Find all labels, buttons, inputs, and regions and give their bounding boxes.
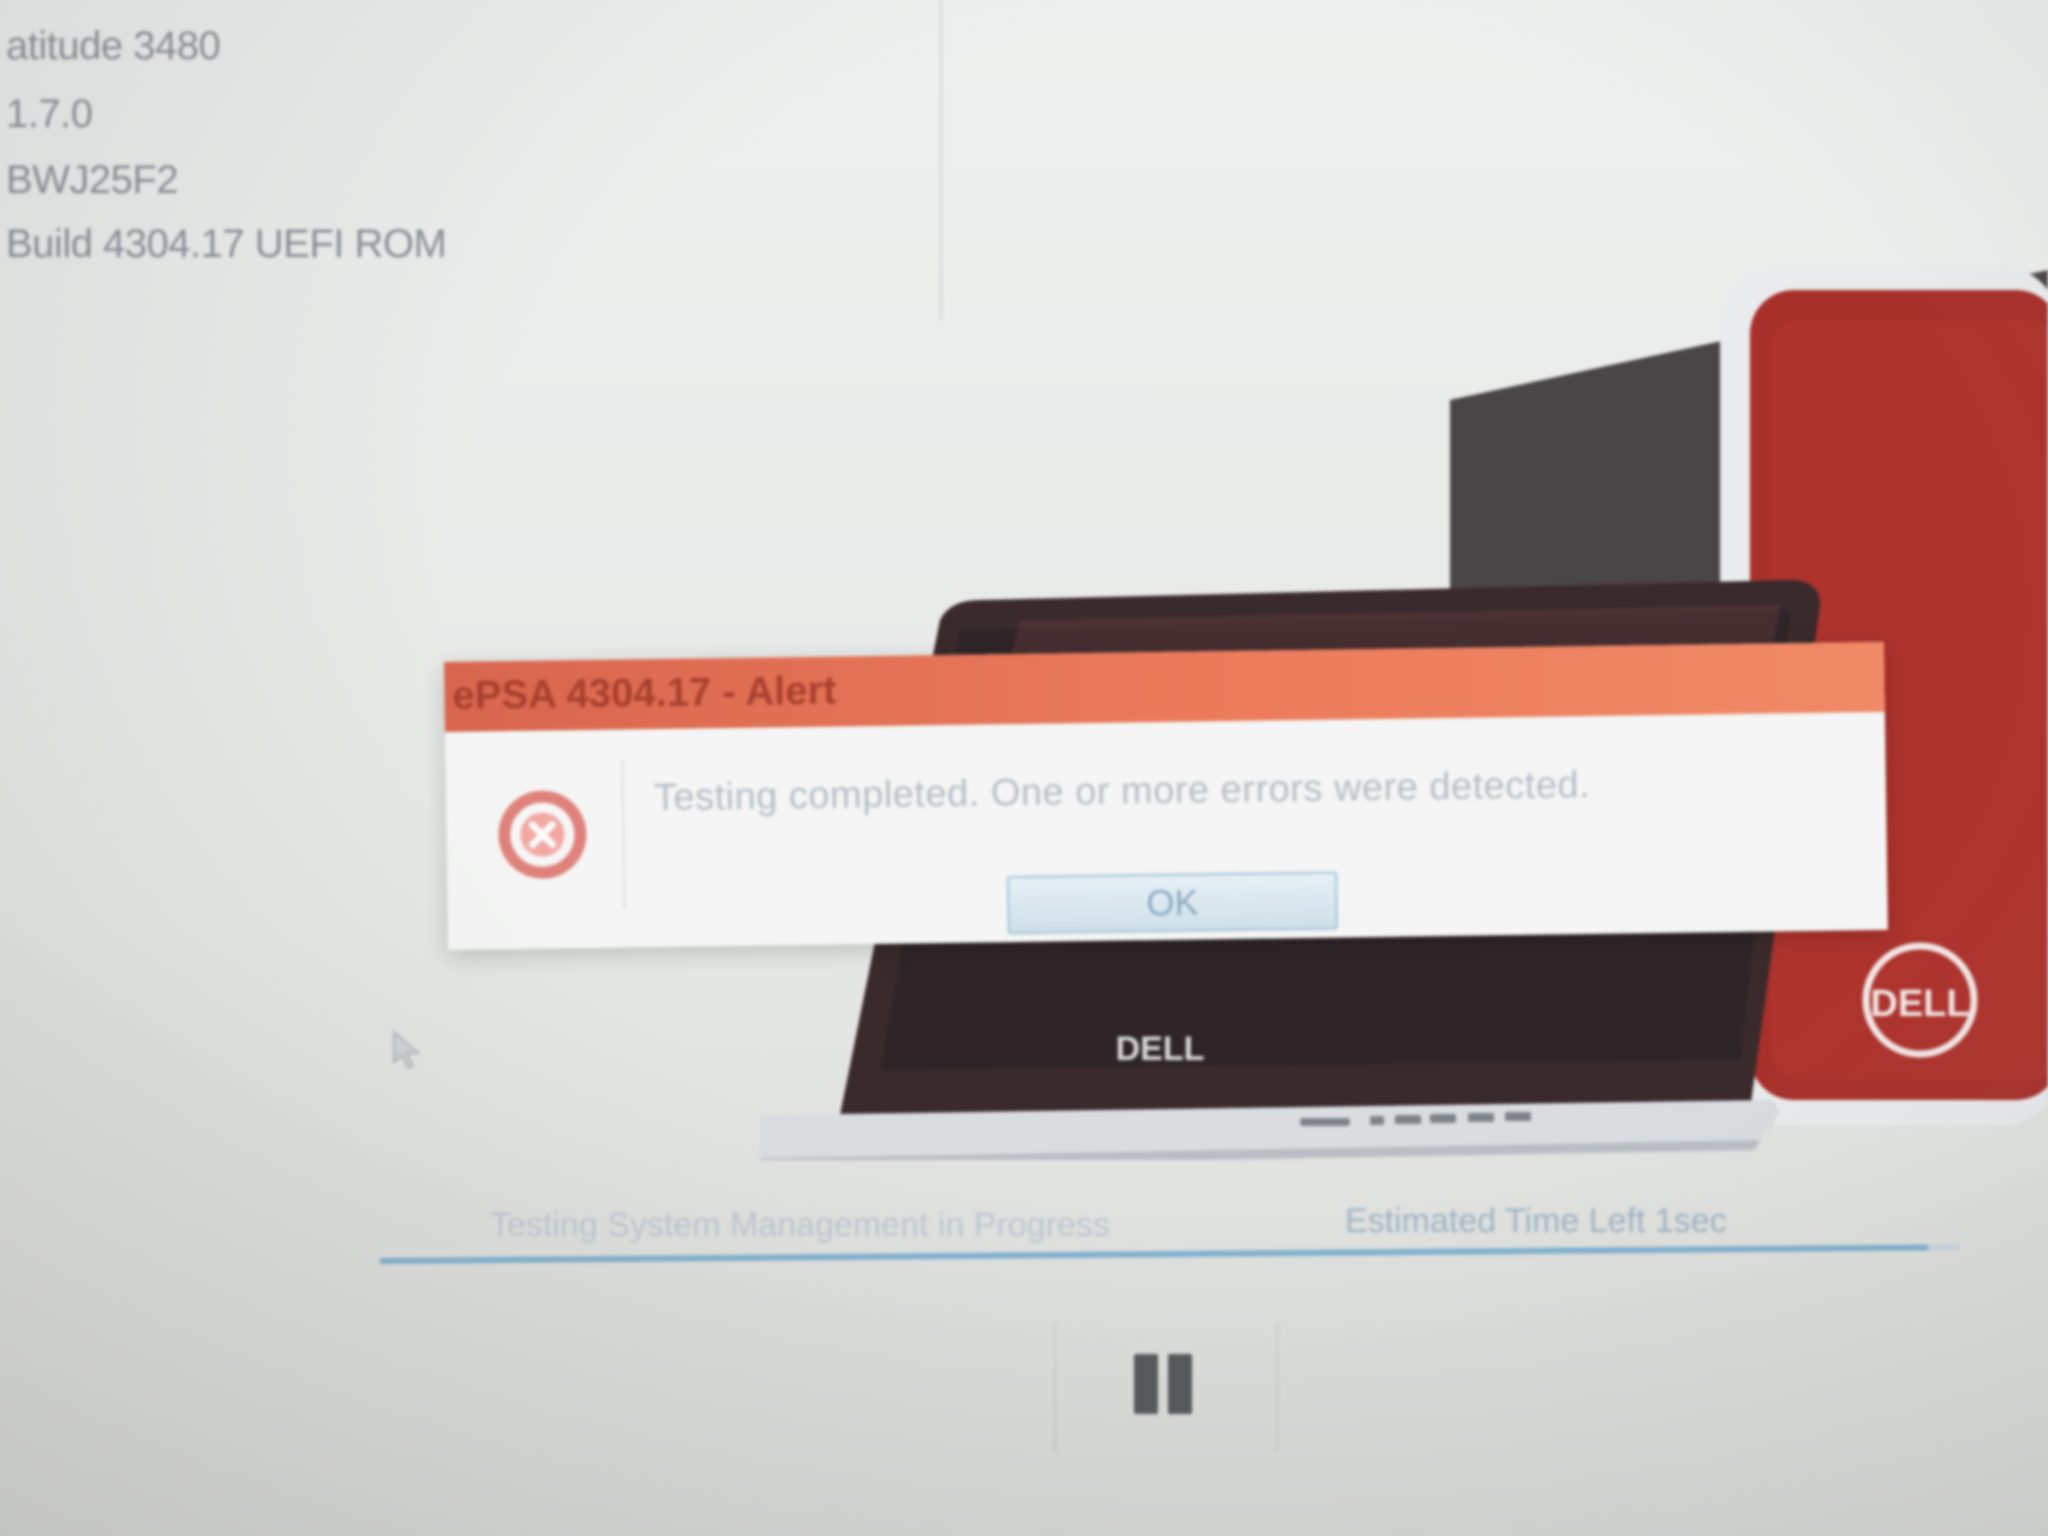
alert-titlebar: ePSA 4304.17 - Alert bbox=[444, 641, 1885, 732]
alert-dialog: ePSA 4304.17 - Alert Testing completed. … bbox=[444, 641, 1888, 950]
pause-button[interactable] bbox=[1054, 1322, 1278, 1452]
ok-button[interactable]: OK bbox=[1007, 871, 1338, 935]
dell-logo-laptop: DELL bbox=[1116, 1030, 1205, 1068]
error-x-icon bbox=[498, 790, 587, 879]
svg-text:DELL: DELL bbox=[1870, 983, 1969, 1025]
alert-title: ePSA 4304.17 - Alert bbox=[452, 668, 837, 718]
estimated-time-left: Estimated Time Left 1sec bbox=[1345, 1202, 1727, 1240]
service-tag: BWJ25F2 bbox=[6, 158, 179, 202]
epsa-screen: atitude 3480 1.7.0 BWJ25F2 Build 4304.17… bbox=[0, 0, 2048, 1536]
alert-message: Testing completed. One or more errors we… bbox=[653, 764, 1591, 820]
bios-version: 1.7.0 bbox=[6, 92, 93, 136]
system-model: atitude 3480 bbox=[6, 24, 221, 68]
epsa-build: Build 4304.17 UEFI ROM bbox=[6, 222, 447, 266]
alert-divider bbox=[621, 759, 626, 910]
test-status-text: Testing System Management in Progress bbox=[490, 1206, 1110, 1244]
mouse-cursor bbox=[393, 1030, 420, 1070]
